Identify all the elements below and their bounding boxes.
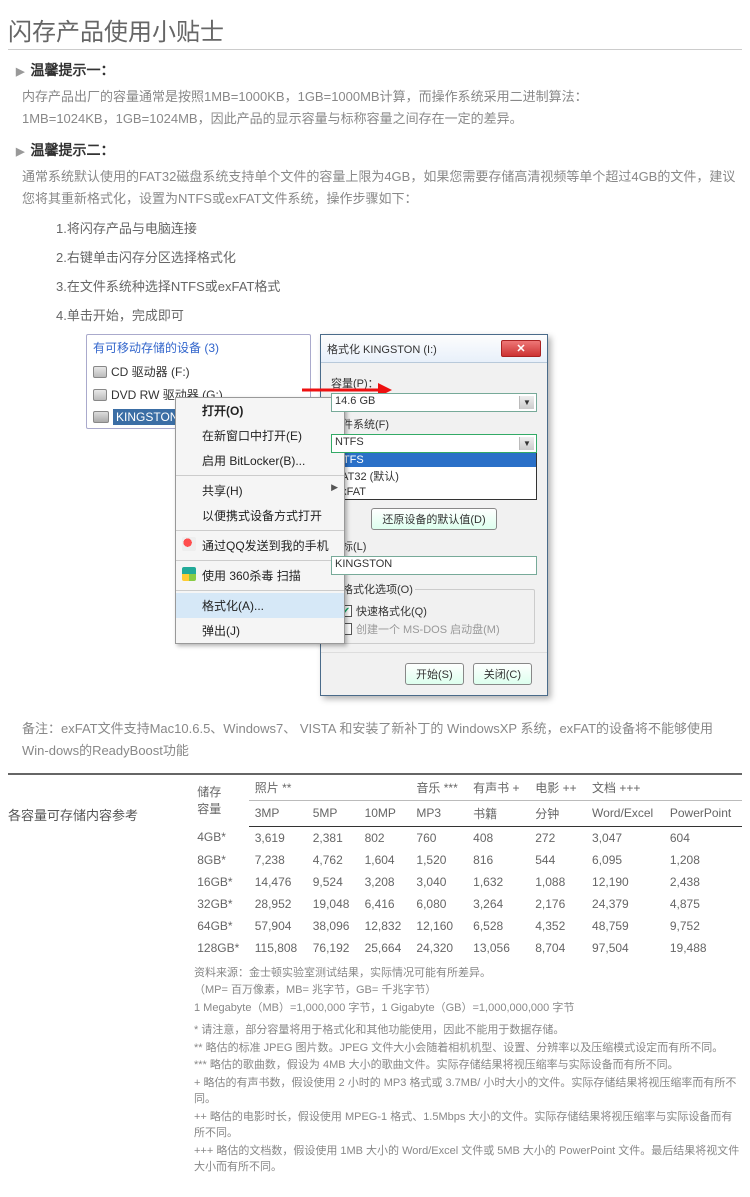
capacity-section-label: 各容量可存储内容参考: [8, 775, 173, 824]
table-row: 64GB*57,90438,09612,83212,1606,5284,3524…: [191, 915, 742, 937]
table-row: 8GB*7,2384,7621,6041,5208165446,0951,208: [191, 849, 742, 871]
step-3: 3.在文件系统种选择NTFS或exFAT格式: [56, 276, 742, 295]
page-title: 闪存产品使用小贴士: [8, 12, 742, 50]
fs-option-fat32[interactable]: FAT32 (默认): [332, 467, 536, 485]
volume-label: 卷标(L): [331, 538, 537, 554]
exfat-note: 备注：exFAT文件支持Mac10.6.5、Windows7、 VISTA 和安…: [22, 718, 736, 762]
col-storage: 储存 容量: [191, 775, 249, 827]
fs-option-exfat[interactable]: exFAT: [332, 485, 536, 499]
sub-min: 分钟: [529, 800, 586, 826]
restore-defaults-button[interactable]: 还原设备的默认值(D): [371, 508, 496, 530]
cd-drive-icon: [93, 366, 107, 378]
drive-cd[interactable]: CD 驱动器 (F:): [87, 360, 310, 383]
step-4: 4.单击开始，完成即可: [56, 305, 742, 324]
format-options-legend: 格式化选项(O): [340, 581, 415, 597]
start-button[interactable]: 开始(S): [405, 663, 464, 685]
tip1-title: 温馨提示一：: [16, 60, 742, 80]
sub-word: Word/Excel: [586, 800, 664, 826]
msdos-checkbox[interactable]: 创建一个 MS-DOS 启动盘(M): [340, 621, 528, 637]
menu-portable[interactable]: 以便携式设备方式打开: [176, 503, 344, 528]
step-2: 2.右键单击闪存分区选择格式化: [56, 247, 742, 266]
filesystem-select[interactable]: NTFS ▼: [331, 434, 537, 453]
menu-eject[interactable]: 弹出(J): [176, 618, 344, 643]
steps-list: 1.将闪存产品与电脑连接 2.右键单击闪存分区选择格式化 3.在文件系统种选择N…: [56, 218, 742, 324]
filesystem-dropdown: NTFS FAT32 (默认) exFAT: [331, 452, 537, 500]
sub-5mp: 5MP: [307, 800, 359, 826]
capacity-select[interactable]: 14.6 GB ▼: [331, 393, 537, 412]
format-options-group: 格式化选项(O) ✔ 快速格式化(Q) 创建一个 MS-DOS 启动盘(M): [333, 581, 535, 644]
col-photo: 照片 **: [249, 775, 411, 801]
dvd-drive-icon: [93, 389, 107, 401]
menu-format[interactable]: 格式化(A)...: [176, 593, 344, 618]
close-button[interactable]: 关闭(C): [473, 663, 532, 685]
chevron-down-icon: ▼: [519, 396, 534, 409]
sub-ppt: PowerPoint: [664, 800, 742, 826]
footnotes: 资料来源：金士顿实验室测试结果，实际情况可能有所差异。 （MP= 百万像素，MB…: [194, 965, 742, 1176]
format-dialog: 格式化 KINGSTON (I:) ✕ 容量(P)： 14.6 GB ▼ 文件系…: [320, 334, 548, 696]
table-row: 16GB*14,4769,5243,2083,0401,6321,08812,1…: [191, 871, 742, 893]
sub-mp3: MP3: [410, 800, 467, 826]
volume-input[interactable]: KINGSTON: [331, 556, 537, 575]
col-music: 音乐 ***: [410, 775, 467, 801]
col-movie: 电影 ++: [529, 775, 586, 801]
close-icon[interactable]: ✕: [501, 340, 541, 357]
qq-icon: [182, 537, 196, 551]
tip2-text: 通常系统默认使用的FAT32磁盘系统支持单个文件的容量上限为4GB，如果您需要存…: [22, 166, 742, 210]
chevron-down-icon: ▼: [519, 437, 534, 450]
menu-360-scan[interactable]: 使用 360杀毒 扫描: [176, 563, 344, 588]
sub-3mp: 3MP: [249, 800, 307, 826]
step-1: 1.将闪存产品与电脑连接: [56, 218, 742, 237]
filesystem-label: 文件系统(F): [331, 416, 537, 432]
tip2-title: 温馨提示二：: [16, 140, 742, 160]
menu-share[interactable]: 共享(H): [176, 478, 344, 503]
context-menu: 打开(O) 在新窗口中打开(E) 启用 BitLocker(B)... 共享(H…: [175, 397, 345, 644]
col-doc: 文档 +++: [586, 775, 742, 801]
menu-qq-send[interactable]: 通过QQ发送到我的手机: [176, 533, 344, 558]
table-row: 32GB*28,95219,0486,4166,0803,2642,17624,…: [191, 893, 742, 915]
table-row: 4GB*3,6192,3818027604082723,047604: [191, 826, 742, 849]
dialog-title: 格式化 KINGSTON (I:): [327, 341, 437, 357]
menu-new-window[interactable]: 在新窗口中打开(E): [176, 423, 344, 448]
col-audio: 有声书 +: [467, 775, 529, 801]
explorer-panel: 有可移动存储的设备 (3) CD 驱动器 (F:) DVD RW 驱动器 (G:…: [86, 334, 311, 429]
quick-format-checkbox[interactable]: ✔ 快速格式化(Q): [340, 603, 528, 619]
usb-drive-icon: [93, 411, 109, 423]
tip1-text: 内存产品出厂的容量通常是按照1MB=1000KB，1GB=1000MB计算，而操…: [22, 86, 742, 130]
table-row: 128GB*115,80876,19225,66424,32013,0568,7…: [191, 937, 742, 959]
fs-option-ntfs[interactable]: NTFS: [332, 453, 536, 467]
sub-books: 书籍: [467, 800, 529, 826]
menu-bitlocker[interactable]: 启用 BitLocker(B)...: [176, 448, 344, 473]
capacity-label: 容量(P)：: [331, 375, 537, 391]
menu-open[interactable]: 打开(O): [176, 398, 344, 423]
antivirus-icon: [182, 567, 196, 581]
explorer-header: 有可移动存储的设备 (3): [87, 335, 310, 360]
capacity-table: 储存 容量 照片 ** 音乐 *** 有声书 + 电影 ++ 文档 +++ 3M…: [191, 775, 742, 959]
sub-10mp: 10MP: [359, 800, 411, 826]
